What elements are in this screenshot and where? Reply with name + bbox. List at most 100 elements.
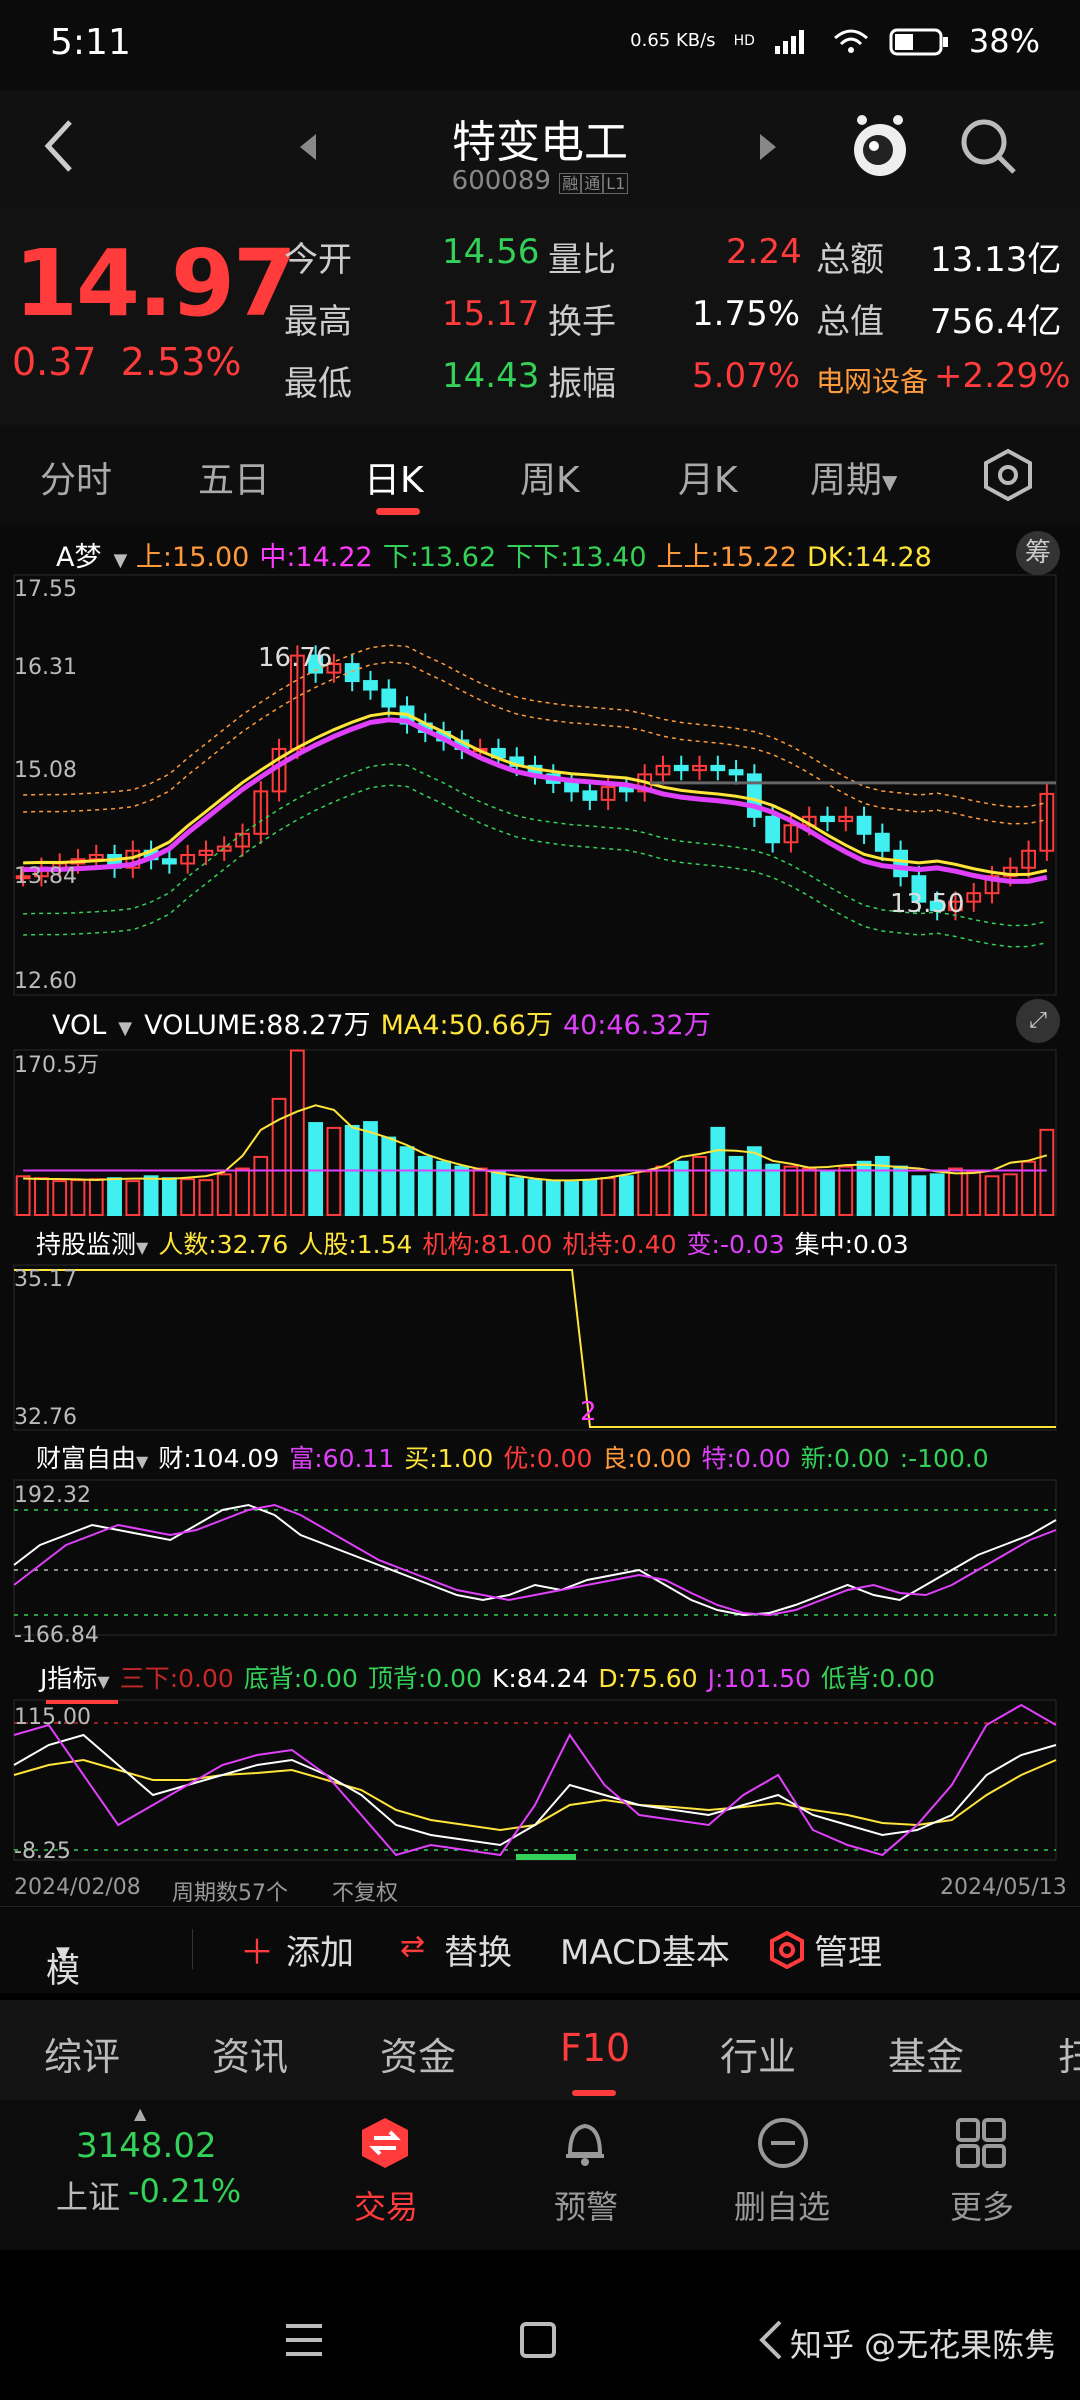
wealth-legend-item-1: 富:60.11 (289, 1444, 395, 1473)
manage-icon[interactable] (768, 1931, 806, 1969)
mcap-value: 756.4亿 (930, 302, 1062, 342)
more-label[interactable]: 更多 (950, 2182, 1014, 2228)
volume-bar-3 (70, 1179, 86, 1217)
indicator-toolbar: 模板▼ ＋ 添加 ⇄ 替换 MACD基本 管理 (0, 1906, 1080, 2040)
tab-more-cut[interactable]: 扫 (1058, 2026, 1080, 2081)
j-dropdown-icon[interactable]: ▼ (97, 1672, 109, 1691)
tab-fund[interactable]: 基金 (888, 2026, 964, 2081)
stock-name: 特变电工 (452, 117, 628, 168)
stock-header: 特变电工 600089 融通 L1 (0, 90, 1080, 210)
kline-legend-values: 上:15.00 中:14.22 下:13.62 下下:13.40 上上:15.22 DK:… (136, 542, 942, 573)
tab-news[interactable]: 资讯 (212, 2026, 288, 2081)
indicator-name[interactable]: A梦 (56, 542, 101, 573)
vol-y-label: 170.5万 (14, 1053, 99, 1078)
trade-label[interactable]: 交易 (354, 2182, 418, 2228)
upper-band-1 (23, 661, 1048, 825)
tab-weekly-k[interactable]: 周K (520, 451, 580, 503)
tab-overview[interactable]: 综评 (44, 2026, 120, 2081)
tab-daily-k[interactable]: 日K (364, 451, 424, 503)
candle-body-20 (381, 688, 397, 708)
wealth-dropdown-icon[interactable]: ▼ (136, 1452, 148, 1471)
tab-f10[interactable]: F10 (560, 2026, 630, 2070)
volume-bar-33 (619, 1175, 634, 1217)
tab-period-dropdown[interactable]: 周期▼ (810, 451, 897, 503)
level-badge: L1 (603, 173, 629, 194)
volume-bar-49 (911, 1175, 927, 1217)
volume-bar-30 (564, 1181, 579, 1217)
tab-intraday[interactable]: 分时 (40, 451, 112, 503)
vol-name[interactable]: VOL (52, 1010, 106, 1041)
holders-name[interactable]: 持股监测 (36, 1230, 136, 1259)
holders-legend-item-1: 人股:1.54 (298, 1230, 413, 1259)
open-value: 14.56 (442, 232, 540, 272)
chip-distribution-button[interactable]: 筹 (1016, 531, 1060, 575)
hd-label: HD (733, 33, 755, 49)
tab-five-day[interactable]: 五日 (198, 451, 270, 503)
volume-ratio-value: 2.24 (726, 232, 802, 272)
volume-bar-24 (454, 1165, 470, 1217)
alert-label[interactable]: 预警 (554, 2182, 618, 2228)
open-label: 今开 (284, 240, 352, 280)
more-grid-icon[interactable] (954, 2116, 1008, 2170)
tab-monthly-k[interactable]: 月K (678, 451, 738, 503)
indicator-dropdown-icon[interactable]: ▼ (113, 550, 127, 571)
bell-icon[interactable] (558, 2116, 612, 2170)
expand-icon[interactable]: ⤢ (1016, 999, 1060, 1043)
last-price: 14.97 (14, 230, 297, 337)
volume-bar-19 (363, 1121, 378, 1217)
holders-y-top: 35.17 (14, 1267, 77, 1292)
tab-industry[interactable]: 行业 (720, 2026, 796, 2081)
remove-watchlist-icon[interactable] (756, 2116, 810, 2170)
high-label: 最高 (284, 302, 352, 342)
kline-legend: A梦 ▼ 上:15.00 中:14.22 下:13.62 下下:13.40 上上:15.2… (56, 535, 942, 574)
settings-hexagon-icon[interactable] (980, 447, 1036, 503)
search-icon[interactable] (956, 114, 1020, 178)
sector-name[interactable]: 电网设备 (816, 360, 928, 400)
axis-adjust[interactable]: 不复权 (332, 1875, 398, 1907)
volume-ratio-label: 量比 (548, 240, 616, 280)
menu-icon[interactable] (284, 2322, 324, 2358)
volume-bar-42 (783, 1165, 799, 1217)
replace-button[interactable]: 替换 (444, 1925, 512, 1974)
trade-icon[interactable] (358, 2116, 412, 2170)
candle-body-36 (673, 764, 689, 772)
index-pct[interactable]: -0.21% (128, 2172, 241, 2210)
vol-dropdown-icon[interactable]: ▼ (118, 1018, 132, 1039)
tab-funds[interactable]: 资金 (380, 2026, 456, 2081)
volume-bar-34 (637, 1170, 653, 1216)
wealth-name[interactable]: 财富自由 (36, 1444, 136, 1473)
wealth-fu-line (13, 1503, 1057, 1617)
volume-bar-43 (801, 1167, 817, 1217)
manage-button[interactable]: 管理 (814, 1925, 882, 1974)
volume-bar-39 (728, 1155, 744, 1217)
back-nav-icon[interactable] (756, 2318, 786, 2362)
j-legend-item-4: D:75.60 (598, 1664, 698, 1693)
add-button[interactable]: 添加 (286, 1925, 354, 1974)
volume-bar-14 (271, 1097, 287, 1217)
wealth-legend-item-2: 买:1.00 (404, 1444, 494, 1473)
kline-chart-svg[interactable] (0, 525, 1080, 1920)
next-stock-icon[interactable] (756, 132, 780, 162)
candle-body-41 (765, 815, 781, 844)
sector-pct[interactable]: +2.29% (934, 356, 1071, 396)
stock-code-row: 600089 融通 L1 (0, 166, 1080, 196)
chart-area[interactable]: A梦 ▼ 上:15.00 中:14.22 下:13.62 下下:13.40 上上:15.2… (0, 525, 1080, 1920)
macd-button[interactable]: MACD基本 (560, 1925, 730, 1974)
status-icons: 0.65 KB/s HD 38% (630, 22, 1040, 60)
amount-value: 13.13亿 (930, 240, 1062, 280)
wealth-cai-line (13, 1503, 1057, 1617)
replace-icon[interactable]: ⇄ (400, 1929, 425, 1964)
j-y-bottom: -8.25 (14, 1839, 71, 1864)
j-name[interactable]: J指标 (40, 1664, 97, 1693)
remove-watchlist-label[interactable]: 删自选 (734, 2182, 830, 2228)
index-value[interactable]: 3148.02 (76, 2126, 217, 2166)
volume-bar-2 (52, 1180, 68, 1216)
home-icon[interactable] (518, 2320, 558, 2360)
bottom-nav: ▲ 3148.02 上证 -0.21% 交易 预警 删自选 更多 (0, 2100, 1080, 2250)
holders-dropdown-icon[interactable]: ▼ (136, 1238, 148, 1257)
volume-bar-21 (399, 1146, 415, 1216)
axis-end-date: 2024/05/13 (940, 1875, 1067, 1900)
add-icon[interactable]: ＋ (240, 1925, 274, 1974)
index-name[interactable]: 上证 (56, 2172, 120, 2218)
mascot-icon[interactable] (848, 110, 912, 182)
